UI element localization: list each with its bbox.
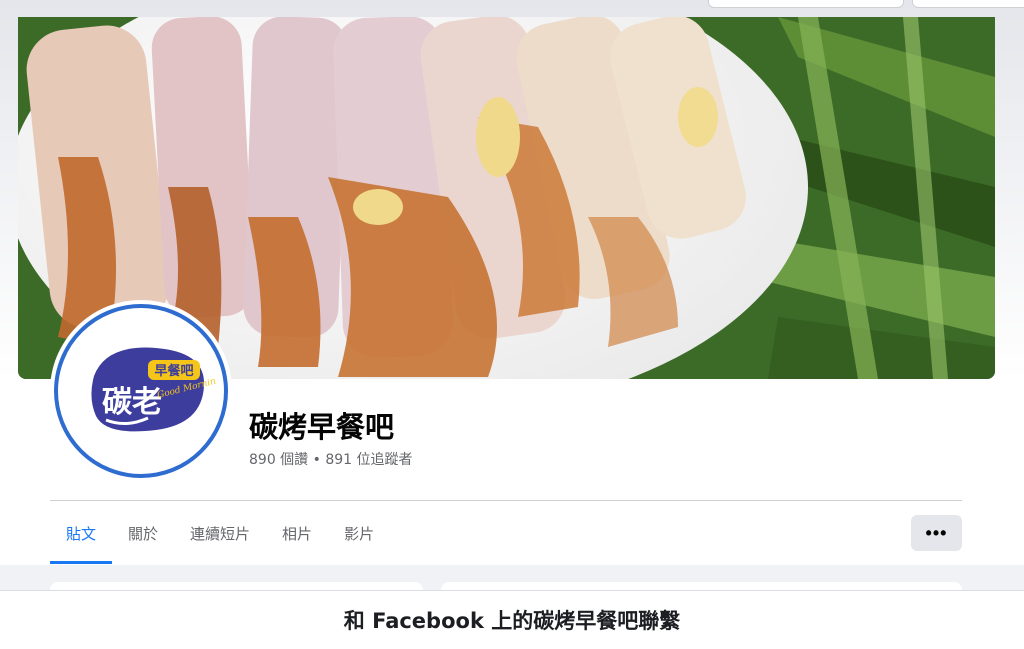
login-banner-text: 和 Facebook 上的碳烤早餐吧聯繫 [343,609,681,633]
followers-count[interactable]: 891 位追蹤者 [325,452,412,468]
top-toolbar-button[interactable] [912,0,1024,8]
tab-photos[interactable]: 相片 [266,502,328,564]
page-title: 碳烤早餐吧 [249,410,395,444]
login-banner: 和 Facebook 上的碳烤早餐吧聯繫 [0,590,1024,649]
header-divider [50,500,962,501]
tab-videos[interactable]: 影片 [328,502,390,564]
tab-posts[interactable]: 貼文 [50,502,113,564]
top-toolbar-button[interactable] [708,0,904,8]
logo-badge-text: 早餐吧 [154,363,193,379]
page-tabs: 貼文 關於 連續短片 相片 影片 [50,502,390,564]
logo-main-text: 碳老 [102,385,162,420]
tab-about[interactable]: 關於 [112,502,174,564]
page-logo: 早餐吧 碳老 Good Morning [91,347,216,432]
tab-reels[interactable]: 連續短片 [174,502,266,564]
page-stats: 890 個讚 • 891 位追蹤者 [249,449,413,469]
profile-picture[interactable]: 早餐吧 碳老 Good Morning [50,300,232,482]
avatar-ring: 早餐吧 碳老 Good Morning [54,304,228,478]
more-icon: ••• [925,522,948,543]
likes-count[interactable]: 890 個讚 [249,452,308,468]
stats-separator: • [308,452,326,468]
more-options-button[interactable]: ••• [911,515,962,551]
